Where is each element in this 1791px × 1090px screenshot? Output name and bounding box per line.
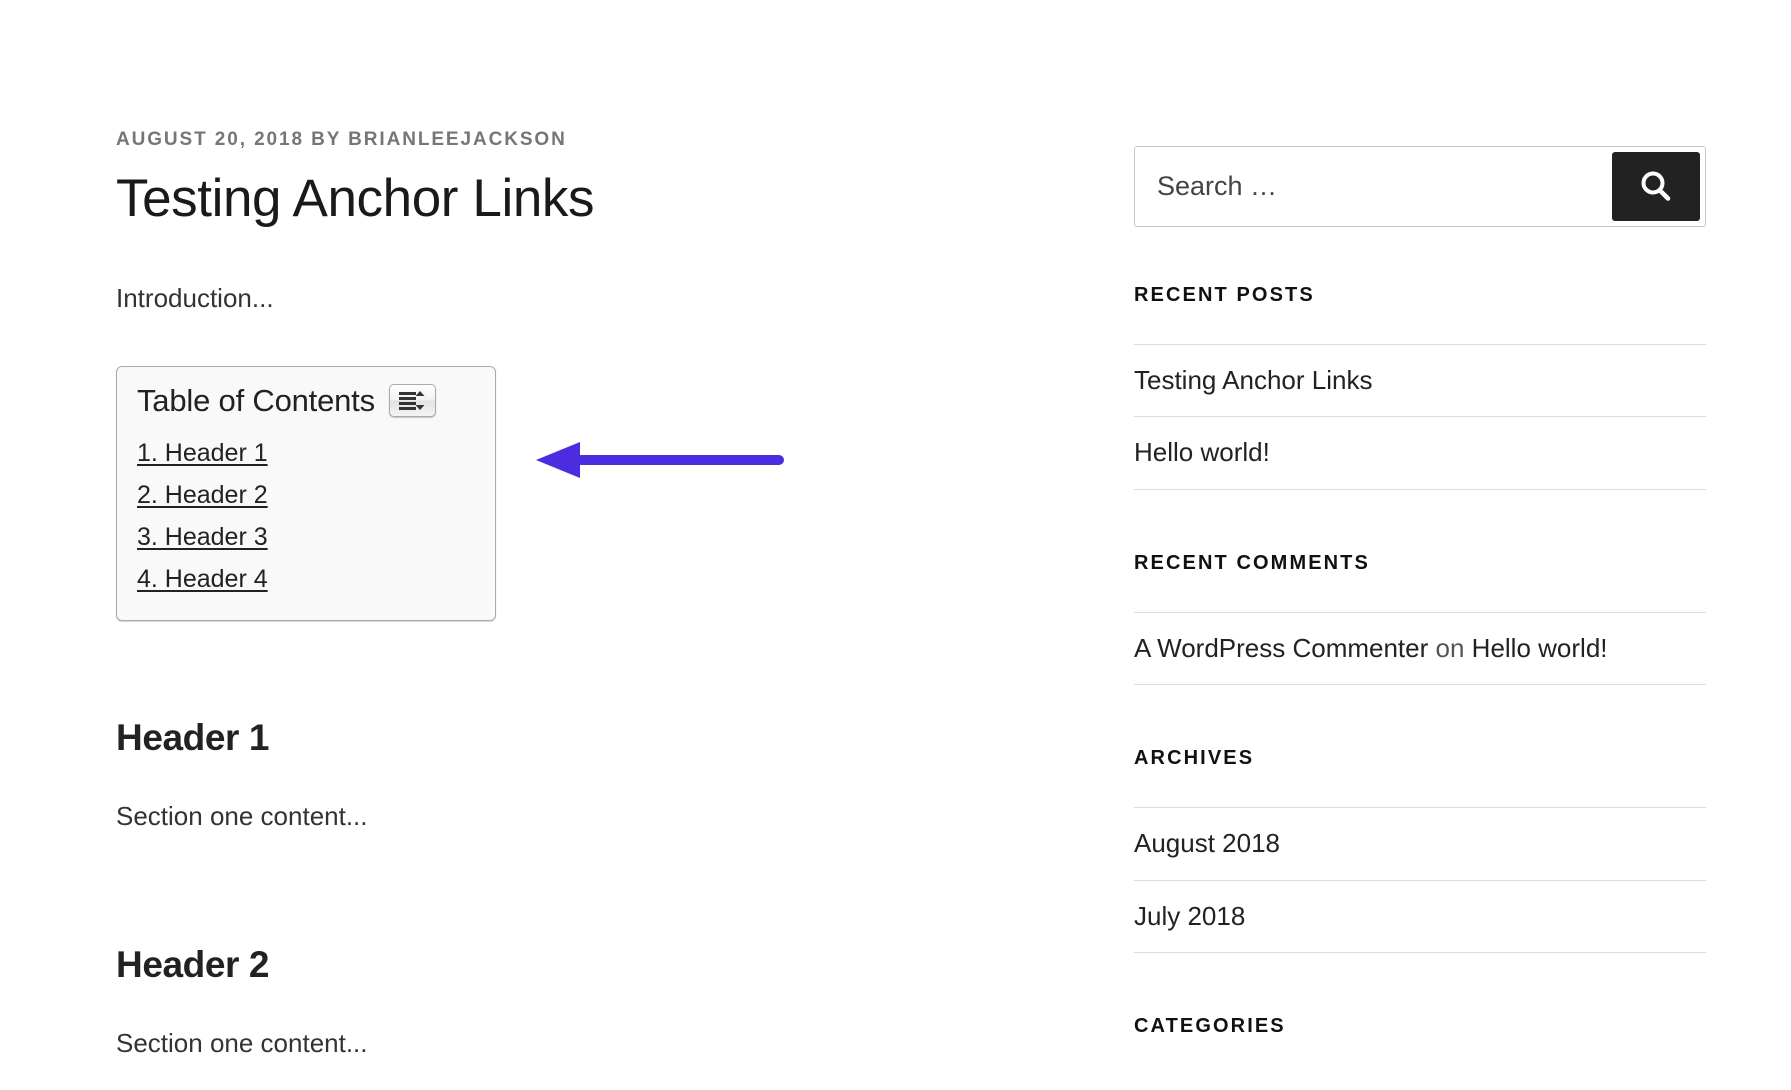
- archives-list: August 2018 July 2018: [1134, 807, 1706, 953]
- toc-link-header-4[interactable]: 4. Header 4: [137, 561, 268, 597]
- comment-separator-2: [1464, 633, 1471, 663]
- archive-link-1[interactable]: August 2018: [1134, 828, 1280, 858]
- list-item: July 2018: [1134, 880, 1706, 953]
- archive-link-2[interactable]: July 2018: [1134, 901, 1245, 931]
- widget-title-recent-comments: RECENT COMMENTS: [1134, 550, 1706, 576]
- intro-paragraph: Introduction...: [116, 278, 996, 320]
- toc-toggle-icon: [399, 391, 426, 410]
- list-item: 3. Header 3: [137, 513, 475, 555]
- toc-title: Table of Contents: [137, 383, 375, 419]
- recent-comments-list: A WordPress Commenter on Hello world!: [1134, 612, 1706, 685]
- search-input[interactable]: [1135, 147, 1612, 226]
- widget-recent-posts: RECENT POSTS Testing Anchor Links Hello …: [1134, 282, 1706, 490]
- comment-row: A WordPress Commenter on Hello world!: [1134, 633, 1608, 663]
- list-item: August 2018: [1134, 807, 1706, 879]
- section-paragraph-2: Section one content...: [116, 1023, 996, 1065]
- article-column: AUGUST 20, 2018 BY BRIANLEEJACKSON Testi…: [116, 0, 996, 1090]
- toc-toggle-button[interactable]: [389, 384, 436, 417]
- list-item: 4. Header 4: [137, 555, 475, 597]
- toc-link-header-2[interactable]: 2. Header 2: [137, 477, 268, 513]
- comment-on-word: on: [1436, 633, 1465, 663]
- recent-post-link-2[interactable]: Hello world!: [1134, 437, 1270, 467]
- list-item: Hello world!: [1134, 416, 1706, 489]
- list-item: Testing Anchor Links: [1134, 344, 1706, 416]
- widget-title-recent-posts: RECENT POSTS: [1134, 282, 1706, 308]
- widget-title-categories: CATEGORIES: [1134, 1013, 1706, 1039]
- search-button[interactable]: [1612, 152, 1700, 221]
- search-form: [1134, 146, 1706, 227]
- comment-separator: [1428, 633, 1435, 663]
- recent-posts-list: Testing Anchor Links Hello world!: [1134, 344, 1706, 490]
- widget-title-archives: ARCHIVES: [1134, 745, 1706, 771]
- page-title: Testing Anchor Links: [116, 167, 996, 231]
- recent-post-link-1[interactable]: Testing Anchor Links: [1134, 365, 1372, 395]
- comment-post-link[interactable]: Hello world!: [1472, 633, 1608, 663]
- list-item: A WordPress Commenter on Hello world!: [1134, 612, 1706, 685]
- toc-list: 1. Header 1 2. Header 2 3. Header 3 4. H…: [137, 429, 475, 598]
- section-heading-1: Header 1: [116, 716, 996, 760]
- section-paragraph-1: Section one content...: [116, 796, 996, 838]
- list-item: 2. Header 2: [137, 471, 475, 513]
- list-item: 1. Header 1: [137, 429, 475, 471]
- toc-link-header-3[interactable]: 3. Header 3: [137, 519, 268, 555]
- widget-recent-comments: RECENT COMMENTS A WordPress Commenter on…: [1134, 550, 1706, 685]
- toc-header: Table of Contents: [137, 383, 475, 419]
- section-heading-2: Header 2: [116, 943, 996, 987]
- search-icon: [1636, 167, 1676, 207]
- sidebar: RECENT POSTS Testing Anchor Links Hello …: [1134, 0, 1706, 1056]
- toc-link-header-1[interactable]: 1. Header 1: [137, 435, 268, 471]
- widget-categories: CATEGORIES: [1134, 1013, 1706, 1039]
- entry-meta: AUGUST 20, 2018 BY BRIANLEEJACKSON: [116, 128, 996, 153]
- comment-author-link[interactable]: A WordPress Commenter: [1134, 633, 1428, 663]
- widget-archives: ARCHIVES August 2018 July 2018: [1134, 745, 1706, 953]
- table-of-contents-box: Table of Contents: [116, 366, 496, 621]
- blog-post-page: AUGUST 20, 2018 BY BRIANLEEJACKSON Testi…: [0, 0, 1791, 1083]
